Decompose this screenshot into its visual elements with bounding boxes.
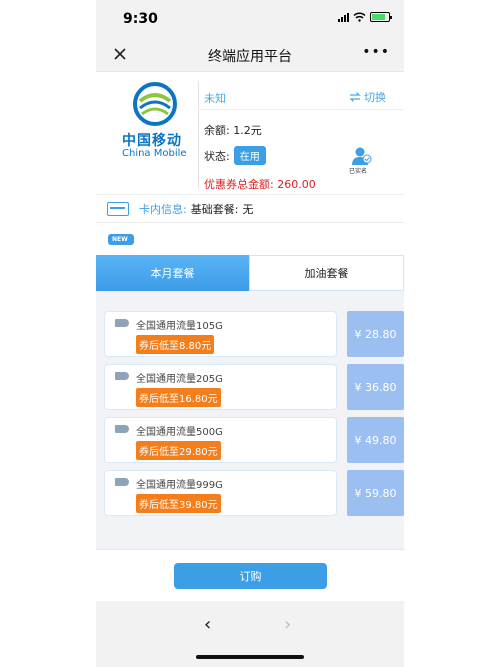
- china-mobile-logo: 中国移动 China Mobile: [110, 81, 200, 161]
- forward-icon[interactable]: ›: [284, 614, 291, 635]
- package-info: 全国通用流量205G 券后低至16.80元: [104, 364, 337, 410]
- tab-monthly-plan[interactable]: 本月套餐: [96, 255, 249, 299]
- coupon-price: 券后低至39.80元: [136, 494, 221, 513]
- coupon-total: 优惠券总金额: 260.00: [204, 176, 316, 192]
- tab-addon-plan[interactable]: 加油套餐: [249, 255, 404, 291]
- phone-number: 未知: [204, 92, 226, 105]
- more-options-button[interactable]: •••: [362, 44, 390, 60]
- tag-icon: [115, 425, 129, 433]
- tag-icon: [115, 319, 129, 327]
- package-price[interactable]: ¥ 49.80: [347, 417, 404, 463]
- signal-icon: [338, 12, 349, 22]
- order-bar: 订购: [96, 549, 404, 601]
- package-item[interactable]: 全国通用流量105G 券后低至8.80元 ¥ 28.80: [104, 311, 404, 357]
- coupon-total-value: 260.00: [277, 178, 316, 191]
- sim-card-icon: [107, 202, 129, 216]
- card-info-label: 卡内信息:: [139, 203, 187, 216]
- package-price[interactable]: ¥ 28.80: [347, 311, 404, 357]
- package-name: 全国通用流量205G: [136, 374, 223, 385]
- package-info: 全国通用流量105G 券后低至8.80元: [104, 311, 337, 357]
- balance-row: 余额: 1.2元: [204, 122, 262, 138]
- balance-label: 余额:: [204, 124, 230, 137]
- status-row: 状态: 在用: [204, 146, 266, 165]
- package-price[interactable]: ¥ 59.80: [347, 470, 404, 516]
- basic-plan-value: 无: [242, 203, 254, 216]
- package-info: 全国通用流量500G 券后低至29.80元: [104, 417, 337, 463]
- package-item[interactable]: 全国通用流量999G 券后低至39.80元 ¥ 59.80: [104, 470, 404, 516]
- package-name: 全国通用流量500G: [136, 427, 223, 438]
- balance-value: 1.2元: [233, 124, 262, 137]
- divider: [198, 81, 199, 189]
- status-bar: 9:30: [96, 0, 404, 36]
- home-indicator: [196, 655, 304, 659]
- back-icon[interactable]: ‹: [204, 614, 211, 635]
- page-title: 终端应用平台: [208, 49, 292, 65]
- package-info: 全国通用流量999G 券后低至39.80元: [104, 470, 337, 516]
- package-item[interactable]: 全国通用流量205G 券后低至16.80元 ¥ 36.80: [104, 364, 404, 410]
- divider: [198, 109, 404, 110]
- package-name: 全国通用流量105G: [136, 321, 223, 332]
- package-list: 全国通用流量105G 券后低至8.80元 ¥ 28.80 全国通用流量205G …: [96, 291, 404, 549]
- phone-screen: 9:30 终端应用平台 ••• 中国移动 China Mobile 未知 切换 …: [96, 0, 404, 667]
- status-label: 状态:: [204, 149, 230, 163]
- brand-name-cn: 中国移动: [122, 133, 182, 149]
- coupon-price: 券后低至29.80元: [136, 441, 221, 460]
- switch-label: 切换: [364, 91, 386, 104]
- tag-icon: [115, 478, 129, 486]
- coupon-total-label: 优惠券总金额:: [204, 178, 274, 191]
- verified-label: 已实名: [349, 168, 368, 175]
- order-button[interactable]: 订购: [174, 563, 327, 589]
- status-badge: 在用: [233, 146, 266, 165]
- new-badge: NEW: [108, 234, 134, 245]
- brand-name-en: China Mobile: [122, 148, 187, 159]
- battery-icon: [370, 12, 392, 22]
- status-time: 9:30: [123, 11, 158, 27]
- switch-account-button[interactable]: 切换: [349, 89, 386, 105]
- package-name: 全国通用流量999G: [136, 480, 223, 491]
- status-icons: [338, 12, 392, 22]
- verified-badge: 已实名: [349, 146, 375, 180]
- coupon-price: 券后低至8.80元: [136, 335, 215, 354]
- switch-icon: [349, 92, 361, 102]
- plan-tabs: 本月套餐 加油套餐: [96, 255, 404, 299]
- coupon-price: 券后低至16.80元: [136, 388, 221, 407]
- package-price[interactable]: ¥ 36.80: [347, 364, 404, 410]
- china-mobile-swirl-icon: [133, 82, 177, 126]
- package-item[interactable]: 全国通用流量500G 券后低至29.80元 ¥ 49.80: [104, 417, 404, 463]
- tag-icon: [115, 372, 129, 380]
- card-info-row: 卡内信息: 基础套餐: 无: [96, 196, 404, 223]
- nav-bar: 终端应用平台 •••: [96, 36, 404, 72]
- wifi-icon: [353, 12, 366, 22]
- basic-plan-label: 基础套餐:: [190, 203, 239, 216]
- verified-user-icon: [352, 147, 372, 165]
